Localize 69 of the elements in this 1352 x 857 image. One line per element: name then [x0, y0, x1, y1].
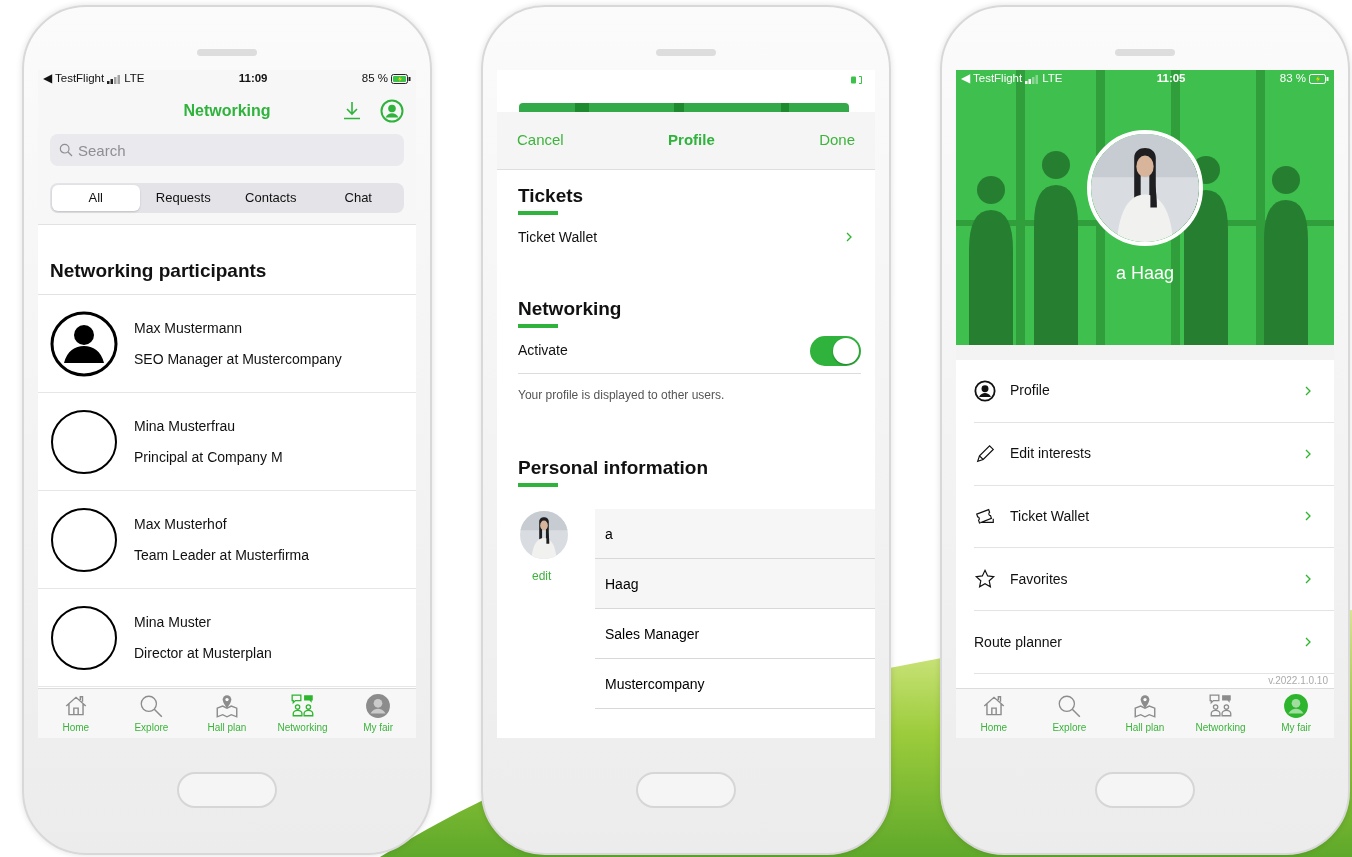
toggle-switch[interactable] [810, 335, 861, 366]
section-title: Networking [518, 297, 623, 321]
network-label: LTE [124, 71, 145, 87]
speaker-grille [656, 49, 716, 56]
search-field[interactable]: Search [50, 134, 404, 166]
map-pin-icon [214, 693, 240, 719]
version-label: v.2022.1.0.10 [1267, 674, 1329, 688]
participant-row[interactable]: Mina Musterfrau Principal at Company M [38, 393, 416, 491]
clock-time: 11:09 [238, 71, 268, 87]
segment-tab[interactable]: Contacts [227, 185, 315, 211]
search-icon [58, 142, 74, 158]
menu-item[interactable]: Ticket Wallet [956, 485, 1334, 548]
user-icon [1283, 693, 1310, 719]
signal-icon [107, 74, 122, 84]
segment-tab[interactable]: Requests [139, 185, 227, 211]
participant-row[interactable]: Max Mustermann SEO Manager at Mustercompany [38, 295, 416, 393]
speaker-grille [197, 49, 257, 56]
row-label: Ticket Wallet [518, 227, 598, 247]
participant-row[interactable]: Max Musterhof Team Leader at Musterfirma [38, 491, 416, 589]
screen-title: Networking [183, 100, 271, 121]
participant-job: Team Leader at Musterfirma [134, 545, 310, 565]
people-chat-icon [1207, 693, 1234, 719]
participant-name: Mina Musterfrau [134, 416, 237, 436]
participant-job: Principal at Company M [134, 447, 283, 467]
speaker-grille [1115, 49, 1175, 56]
search-icon [1056, 693, 1083, 719]
battery-icon [391, 74, 411, 84]
avatar-placeholder [50, 506, 118, 573]
participant-job: Director at Musterplan [134, 643, 272, 663]
menu-item[interactable]: Route planner [956, 611, 1334, 673]
user-circle-icon [974, 379, 996, 402]
user-icon [365, 693, 392, 719]
participant-name: Max Musterhof [134, 514, 228, 534]
screen-title: Profile [668, 130, 715, 151]
home-button[interactable] [177, 772, 277, 808]
participant-job: SEO Manager at Mustercompany [134, 349, 342, 369]
search-icon [138, 693, 165, 719]
menu-item[interactable]: Profile [956, 360, 1334, 422]
section-title: Personal information [518, 456, 710, 480]
title-underline [518, 483, 558, 487]
menu-item[interactable]: Edit interests [956, 422, 1334, 485]
people-chat-icon [289, 693, 316, 719]
segment-tab[interactable]: All [52, 185, 140, 211]
section-title: Tickets [518, 184, 585, 208]
participant-name: Mina Muster [134, 612, 213, 632]
map-pin-icon [1132, 693, 1158, 719]
section-title: Networking participants [38, 225, 416, 295]
home-button[interactable] [636, 772, 736, 808]
avatar-placeholder [50, 604, 118, 671]
row-label: Activate [518, 341, 568, 360]
input-field[interactable]: a [595, 509, 875, 559]
title-underline [518, 211, 558, 215]
list-row[interactable]: Ticket Wallet [518, 215, 875, 259]
carrier-label: ◀ TestFlight [43, 71, 105, 87]
star-icon [974, 568, 996, 591]
participant-name: Max Mustermann [134, 318, 244, 338]
profile-icon [380, 98, 404, 123]
participant-row[interactable]: Mina Muster Director at Musterplan [38, 589, 416, 687]
segment-tab[interactable]: Chat [314, 185, 402, 211]
battery-percent: 85 % [361, 71, 388, 87]
pencil-icon [974, 442, 996, 465]
help-text: Your profile is displayed to other users. [518, 387, 726, 404]
battery-icon [851, 76, 863, 84]
title-underline [518, 324, 558, 328]
avatar-icon [50, 310, 118, 377]
avatar-placeholder [50, 408, 118, 475]
home-button[interactable] [1095, 772, 1195, 808]
menu-item[interactable]: Favorites [956, 548, 1334, 611]
input-field[interactable]: Haag [595, 559, 875, 609]
